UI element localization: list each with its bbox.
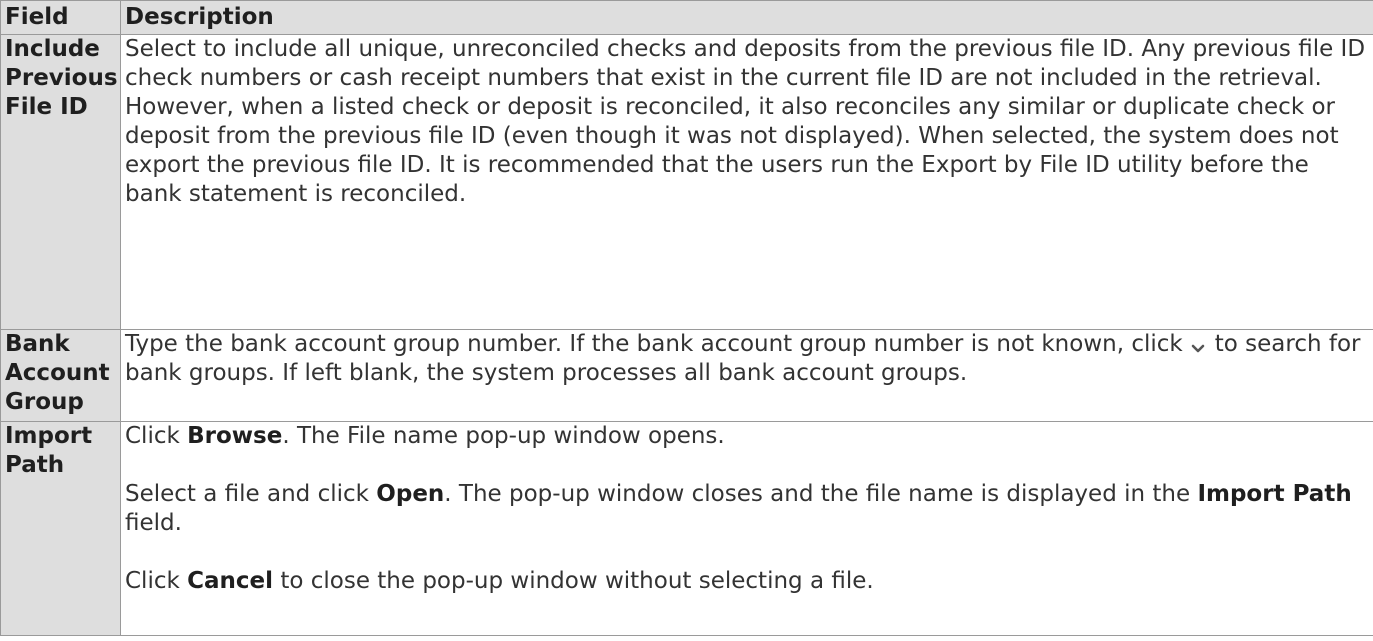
field-name: Import Path [0,421,121,636]
description-text: Type the bank account group number. If t… [125,331,1183,357]
cancel-label: Cancel [187,568,274,594]
browse-label: Browse [187,423,283,449]
table-row: Import Path Click Browse. The File name … [0,421,1373,636]
description-text: . The pop-up window closes and the file … [444,481,1198,507]
field-description-table: Field Description Include Previous File … [0,0,1373,636]
field-description: Click Browse. The File name pop-up windo… [120,421,1373,636]
description-paragraph: Click Cancel to close the pop-up window … [125,567,1371,596]
table-header-row: Field Description [0,0,1373,35]
description-paragraph: Select a file and click Open. The pop-up… [125,480,1371,538]
description-text: Select a file and click [125,481,377,507]
open-label: Open [376,481,445,507]
description-paragraph: Click Browse. The File name pop-up windo… [125,422,1371,451]
field-name: Bank Account Group [0,329,121,422]
import-path-label: Import Path [1197,481,1352,507]
description-text: Click [125,568,188,594]
field-column-header: Field [0,0,121,35]
description-text: . The File name pop-up window opens. [282,423,725,449]
description-text: Click [125,423,188,449]
field-description: Type the bank account group number. If t… [120,329,1373,422]
field-name: Include Previous File ID [0,34,121,330]
table-row: Include Previous File ID Select to inclu… [0,34,1373,330]
description-text: field. [125,510,182,536]
chevron-down-icon [1185,337,1211,353]
field-description: Select to include all unique, unreconcil… [120,34,1373,330]
table-row: Bank Account Group Type the bank account… [0,329,1373,422]
description-text: to close the pop-up window without selec… [273,568,874,594]
description-column-header: Description [120,0,1373,35]
